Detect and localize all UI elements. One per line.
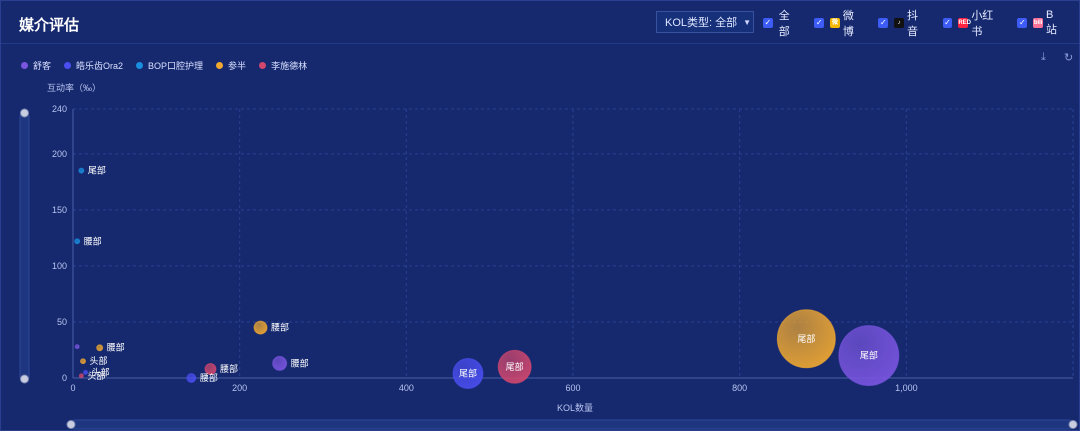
y-tick-label: 240 <box>52 104 67 114</box>
bubble-point[interactable] <box>78 373 84 379</box>
media-evaluation-panel: 媒介评估 KOL类型: 全部 ▼ ✓ 全部 ✓ 微微博 ✓ ♪ 抖音 ✓ RED 小红书 ✓ bili… <box>0 0 1080 431</box>
x-axis-title: KOL数量 <box>557 402 593 413</box>
bubble-label: 腰部 <box>84 235 102 246</box>
bubble-label: 腰部 <box>220 363 238 374</box>
y-axis-title: 互动率（‰） <box>47 82 101 93</box>
bubble-label: 腰部 <box>200 372 218 383</box>
bubble-point[interactable] <box>96 344 104 352</box>
y-tick-label: 50 <box>57 317 67 327</box>
x-tick-label: 200 <box>232 383 247 393</box>
y-tick-label: 150 <box>52 205 67 215</box>
y-tick-label: 100 <box>52 261 67 271</box>
bubble-point[interactable] <box>74 344 80 350</box>
y-tick-label: 200 <box>52 149 67 159</box>
x-zoom-handle-left[interactable] <box>66 420 76 429</box>
y-zoom-handle-bottom[interactable] <box>20 374 29 384</box>
bubble-label: 尾部 <box>88 165 106 176</box>
x-zoom-slider-track[interactable] <box>70 419 1074 430</box>
bubble-point[interactable] <box>80 358 86 365</box>
bubble-point[interactable] <box>74 238 81 245</box>
bubble-point[interactable] <box>186 373 197 383</box>
x-tick-label: 400 <box>399 383 414 393</box>
bubble-label: 头部 <box>87 370 105 381</box>
bubble-label: 腰部 <box>291 357 309 368</box>
bubble-label: 尾部 <box>797 333 815 344</box>
y-tick-label: 0 <box>62 373 67 383</box>
y-zoom-handle-top[interactable] <box>20 108 29 118</box>
bubble-label: 头部 <box>90 355 108 366</box>
x-tick-label: 1,000 <box>895 383 918 393</box>
bubble-label: 腰部 <box>271 322 289 333</box>
bubble-chart: 0 50 100 150 200 240 0 200 400 600 800 1,000 互动率（‰） K… <box>19 82 1078 430</box>
y-zoom-slider-track[interactable] <box>19 112 30 382</box>
x-tick-label: 0 <box>70 383 75 393</box>
bubble-label: 尾部 <box>506 361 524 372</box>
x-tick-label: 800 <box>732 383 747 393</box>
bubble-point[interactable] <box>253 320 268 335</box>
x-tick-label: 600 <box>565 383 580 393</box>
bubble-label: 尾部 <box>860 350 878 361</box>
bubble-label: 腰部 <box>107 342 125 353</box>
bubble-label: 尾部 <box>459 368 477 379</box>
x-zoom-handle-right[interactable] <box>1068 420 1078 429</box>
bubble-point[interactable] <box>272 355 288 371</box>
bubble-point[interactable] <box>78 167 85 174</box>
